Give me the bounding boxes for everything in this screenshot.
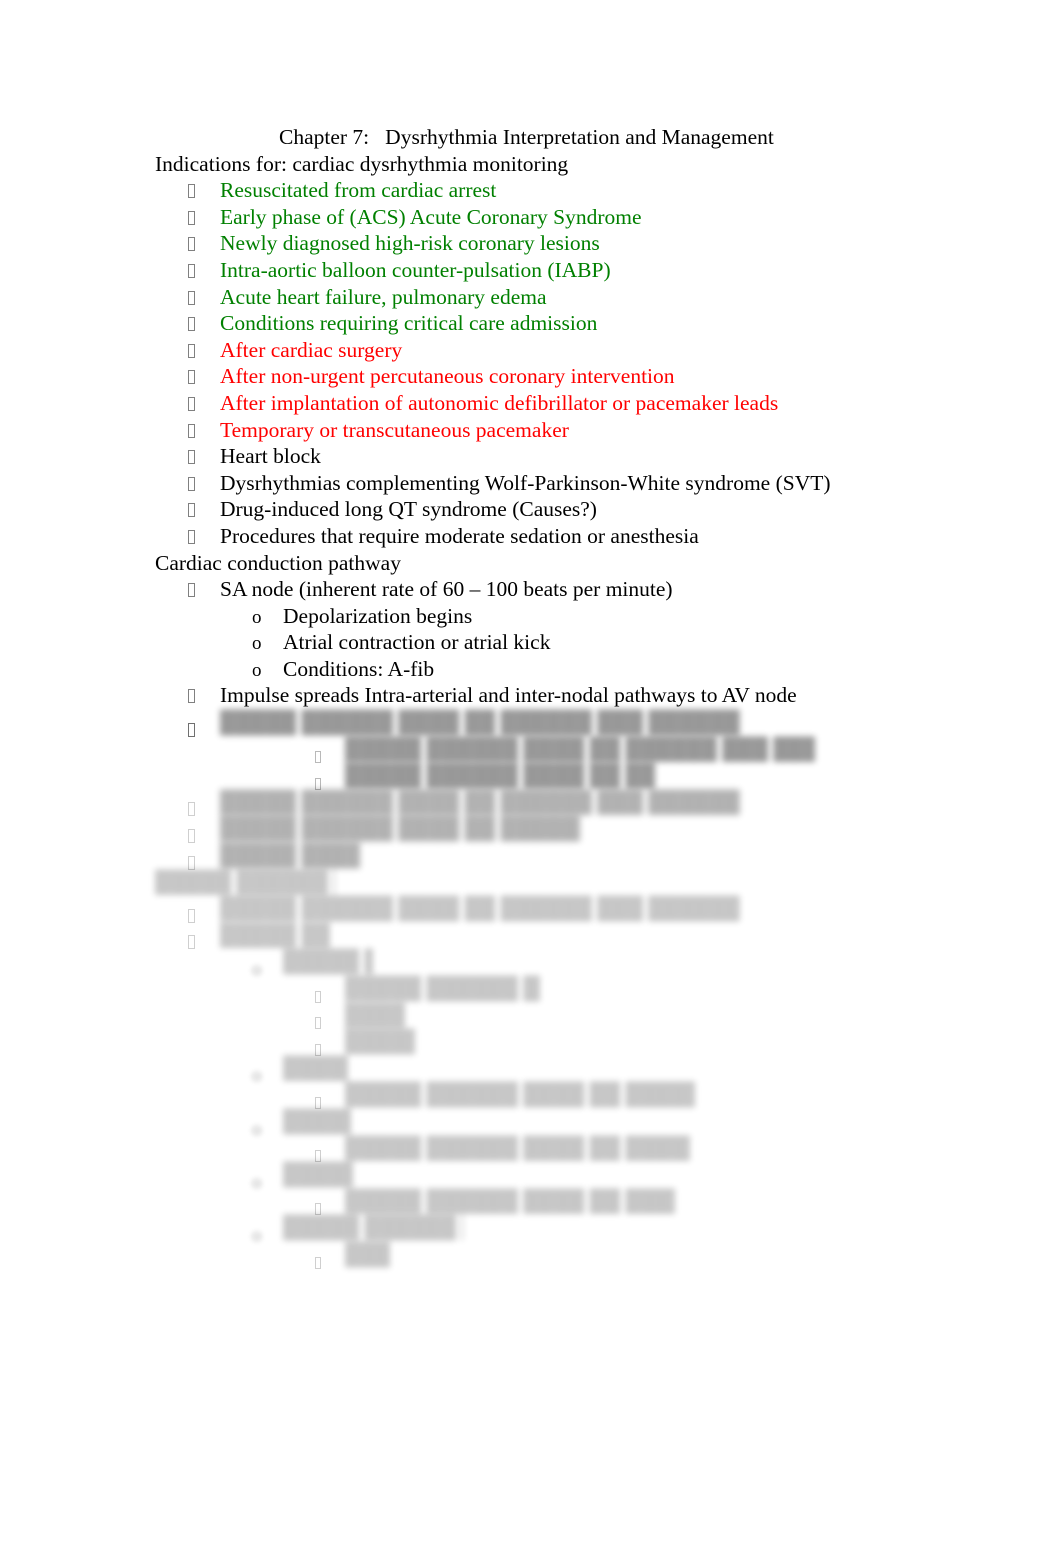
- list-item: Temporary or transcutaneous pacemaker: [0, 417, 1062, 444]
- obscured-list-item: █████ ██████ ████ ██ ██████ ███ ██████: [0, 736, 1062, 764]
- obscured-list-item: █████ ██████ ████ ██ ██████ ███ ██████: [0, 1028, 1062, 1056]
- obscured-list-item: █████ ██████ ████ ██ ██████ ███ ██████: [0, 789, 1062, 817]
- obscured-text: █████ ██████ ████ ██ ██████ ███ ██████: [345, 1082, 695, 1107]
- bullet-icon: [188, 363, 220, 390]
- list-item: o Conditions: A-fib: [0, 656, 1062, 683]
- list-item: Newly diagnosed high-risk coronary lesio…: [0, 230, 1062, 257]
- list-item: SA node (inherent rate of 60 – 100 beats…: [0, 576, 1062, 603]
- list-item: o Atrial contraction or atrial kick: [0, 629, 1062, 656]
- obscured-list-item: o█████ ██████ ████ ██ ██████ ███ ██████: [0, 1108, 1062, 1140]
- bullet-icon: [188, 177, 220, 204]
- list-item: Early phase of (ACS) Acute Coronary Synd…: [0, 204, 1062, 231]
- document-page: Chapter 7: Dysrhythmia Interpretation and…: [0, 0, 1062, 1561]
- obscured-text: █████ ██████ ████ ██ ██████ ███ ██████: [345, 763, 655, 788]
- obscured-text: █████ ██████ ████ ██ ██████ ███ ██████: [220, 789, 740, 814]
- list-item: Resuscitated from cardiac arrest: [0, 177, 1062, 204]
- obscured-list-item: █████ ██████ ████ ██ ██████ ███ ██████: [0, 1081, 1062, 1109]
- obscured-list-item: █████ ██████ ████ ██ ██████ ███ ██████: [0, 1188, 1062, 1216]
- section-heading-conduction-pathway: Cardiac conduction pathway: [155, 550, 401, 575]
- list-item: After non-urgent percutaneous coronary i…: [0, 363, 1062, 390]
- bullet-icon: [188, 417, 220, 444]
- sub-bullet-icon: o: [252, 633, 262, 655]
- obscured-list-item: o█████ ██████ ████ ██ ██████ ███ ██████: [0, 1161, 1062, 1193]
- obscured-text: █████ ██████ ████ ██ ██████ ███ ██████: [283, 1215, 463, 1240]
- obscured-text: █████ ██████ ████ ██ ██████ ███ ██████: [220, 816, 580, 841]
- obscured-text: █████ ██████ ████ ██ ██████ ███ ██████: [345, 1029, 415, 1054]
- section-heading-indications: Indications for: cardiac dysrhythmia mon…: [155, 151, 569, 176]
- bullet-icon: [188, 204, 220, 231]
- bullet-icon: [188, 523, 220, 550]
- bullet-icon: [188, 310, 220, 337]
- list-item: Drug-induced long QT syndrome (Causes?): [0, 496, 1062, 523]
- obscured-text: █████ ██████ ████ ██ ██████ ███ ██████: [283, 1108, 351, 1133]
- bullet-icon: [188, 390, 220, 417]
- list-item: After implantation of autonomic defibril…: [0, 390, 1062, 417]
- obscured-text: █████ ██████ ████ ██ ██████ ███ ██████: [220, 710, 740, 735]
- obscured-content-region: █████ ██████ ████ ██ ██████ ███ ██████ ██…: [0, 709, 1062, 1269]
- obscured-text: █████ ██████ ████ ██ ██████ ███ ██████: [155, 869, 335, 894]
- bullet-icon: [315, 1248, 345, 1275]
- bullet-icon: [188, 284, 220, 311]
- list-item: Intra-aortic balloon counter-pulsation (…: [0, 257, 1062, 284]
- title-chapter-label: Chapter 7:: [279, 125, 370, 149]
- obscured-text: █████ ██████ ████ ██ ██████ ███ ██████: [220, 843, 360, 868]
- list-item: Heart block: [0, 443, 1062, 470]
- obscured-text: █████ ██████ ████ ██ ██████ ███ ██████: [345, 976, 540, 1000]
- obscured-text: █████ ██████ ████ ██ ██████ ███ ██████: [345, 1135, 690, 1160]
- bullet-icon: [188, 470, 220, 497]
- obscured-text: █████ ██████ ████ ██ ██████ ███ ██████: [283, 1055, 348, 1080]
- obscured-list-item: █████ ██████ ████ ██ ██████ ███ ██████: [0, 975, 1062, 1003]
- bullet-icon: [188, 576, 220, 603]
- list-item: Procedures that require moderate sedatio…: [0, 523, 1062, 550]
- obscured-list-item: █████ ██████ ████ ██ ██████ ███ ██████: [0, 842, 1062, 870]
- list-item: o Depolarization begins: [0, 603, 1062, 630]
- document-body: Chapter 7: Dysrhythmia Interpretation and…: [0, 124, 1062, 1269]
- obscured-text: █████ ██████ ████ ██ ██████ ███ ██████: [220, 922, 330, 947]
- obscured-text: █████ ██████ ████ ██ ██████ ███ ██████: [283, 1162, 353, 1187]
- obscured-list-item: █████ ██████ ████ ██ ██████ ███ ██████: [0, 709, 1062, 737]
- list-item: Impulse spreads Intra-arterial and inter…: [0, 682, 1062, 709]
- bullet-icon: [188, 682, 220, 709]
- obscured-text: █████ ██████ ████ ██ ██████ ███ ██████: [345, 1002, 405, 1027]
- obscured-text: █████ ██████ ████ ██ ██████ ███ ██████: [345, 1188, 675, 1213]
- obscured-list-item: █████ ██████ ████ ██ ██████ ███ ██████: [0, 895, 1062, 923]
- obscured-text: █████ ██████ ████ ██ ██████ ███ ██████: [283, 949, 373, 974]
- obscured-list-item: █████ ██████ ████ ██ ██████ ███ ██████: [0, 1241, 1062, 1269]
- sub-bullet-icon: o: [252, 606, 262, 628]
- obscured-text: █████ ██████ ████ ██ ██████ ███ ██████: [345, 736, 815, 761]
- list-item: After cardiac surgery: [0, 337, 1062, 364]
- bullet-icon: [188, 496, 220, 523]
- list-item: Conditions requiring critical care admis…: [0, 310, 1062, 337]
- bullet-icon: [188, 337, 220, 364]
- obscured-list-item: █████ ██████ ████ ██ ██████ ███ ██████: [0, 815, 1062, 844]
- obscured-list-item: █████ ██████ ████ ██ ██████ ███ ██████: [0, 922, 1062, 950]
- bullet-icon: [188, 230, 220, 257]
- obscured-list-item: █████ ██████ ████ ██ ██████ ███ ██████: [0, 1002, 1062, 1030]
- obscured-list-item: █████ ██████ ████ ██ ██████ ███ ██████: [0, 762, 1062, 790]
- obscured-text: █████ ██████ ████ ██ ██████ ███ ██████: [220, 896, 740, 921]
- obscured-list-item: o█████ ██████ ████ ██ ██████ ███ ██████: [0, 1214, 1062, 1246]
- list-item: Dysrhythmias complementing Wolf-Parkinso…: [0, 470, 1062, 497]
- page-title: Chapter 7: Dysrhythmia Interpretation and…: [0, 124, 1062, 151]
- list-item: Acute heart failure, pulmonary edema: [0, 284, 1062, 311]
- obscured-list-item: █████ ██████ ████ ██ ██████ ███ ██████: [0, 1135, 1062, 1163]
- bullet-icon: [188, 443, 220, 470]
- title-chapter-name: Dysrhythmia Interpretation and Managemen…: [385, 125, 774, 149]
- obscured-text: █████ ██████ ████ ██ ██████ ███ ██████: [345, 1241, 390, 1266]
- obscured-list-item: o█████ ██████ ████ ██ ██████ ███ ██████: [0, 1055, 1062, 1087]
- obscured-list-item: o█████ ██████ ████ ██ ██████ ███ ██████: [0, 948, 1062, 980]
- sub-bullet-icon: o: [252, 659, 262, 681]
- bullet-icon: [188, 257, 220, 284]
- obscured-list-item: █████ ██████ ████ ██ ██████ ███ ██████: [0, 869, 1062, 896]
